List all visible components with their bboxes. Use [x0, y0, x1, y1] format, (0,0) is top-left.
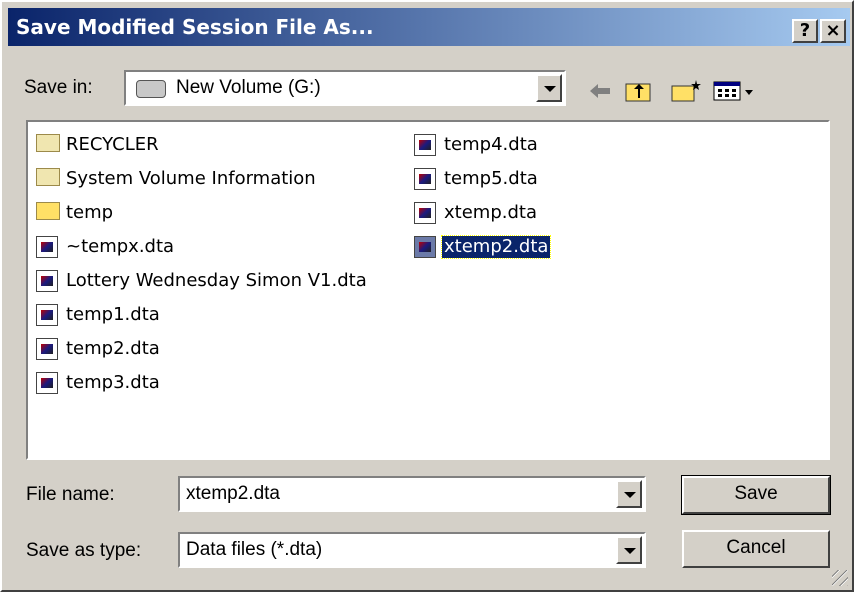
item-label: temp5.dta: [444, 168, 538, 189]
file-name-dropdown-button[interactable]: [616, 480, 642, 508]
file-list[interactable]: RECYCLER System Volume Information temp …: [26, 120, 830, 460]
data-file-icon: [36, 372, 58, 394]
save-type-dropdown-button[interactable]: [616, 536, 642, 564]
data-file-icon: [414, 236, 436, 258]
item-label: xtemp.dta: [444, 202, 537, 223]
folder-icon: [36, 202, 60, 220]
drive-icon: [136, 80, 166, 98]
save-dialog: Save Modified Session File As... ? × Sav…: [0, 0, 854, 592]
save-in-combo[interactable]: New Volume (G:): [124, 70, 566, 106]
save-in-value: New Volume (G:): [176, 77, 321, 98]
data-file-icon: [36, 270, 58, 292]
file-name-input[interactable]: xtemp2.dta: [178, 476, 646, 512]
save-button[interactable]: Save: [681, 475, 831, 515]
chevron-down-icon: [624, 548, 636, 554]
data-file-icon: [414, 202, 436, 224]
chevron-down-icon: [544, 86, 556, 92]
close-button[interactable]: ×: [820, 19, 846, 43]
item-label: temp4.dta: [444, 134, 538, 155]
help-button[interactable]: ?: [792, 19, 818, 43]
back-arrow-icon[interactable]: [586, 78, 614, 104]
folder-icon: [36, 134, 60, 152]
data-file-icon: [414, 134, 436, 156]
data-file-icon: [36, 304, 58, 326]
file-name-label: File name:: [26, 484, 115, 505]
dialog-title: Save Modified Session File As...: [16, 15, 374, 39]
view-menu-icon[interactable]: [712, 78, 756, 104]
item-label: temp1.dta: [66, 304, 160, 325]
data-file-icon: [36, 338, 58, 360]
title-bar[interactable]: Save Modified Session File As... ? ×: [8, 8, 850, 46]
new-folder-icon[interactable]: [670, 78, 702, 104]
data-file-icon: [36, 236, 58, 258]
cancel-button[interactable]: Cancel: [682, 530, 830, 568]
save-type-label: Save as type:: [26, 540, 142, 561]
item-label: ~tempx.dta: [66, 236, 175, 257]
item-label: temp2.dta: [66, 338, 160, 359]
up-folder-icon[interactable]: [624, 78, 654, 104]
save-in-dropdown-button[interactable]: [536, 74, 562, 102]
save-type-value: Data files (*.dta): [186, 539, 323, 560]
file-name-value[interactable]: xtemp2.dta: [186, 483, 280, 505]
save-in-label: Save in:: [24, 77, 93, 98]
data-file-icon: [414, 168, 436, 190]
item-label: temp3.dta: [66, 372, 160, 393]
save-type-select[interactable]: Data files (*.dta): [178, 532, 646, 568]
folder-icon: [36, 168, 60, 186]
resize-grip[interactable]: [832, 570, 848, 586]
item-label: xtemp2.dta: [440, 235, 552, 259]
item-label: temp: [66, 202, 114, 223]
chevron-down-icon: [624, 492, 636, 498]
item-label: RECYCLER: [66, 134, 159, 155]
item-label: System Volume Information: [66, 168, 316, 189]
item-label: Lottery Wednesday Simon V1.dta: [66, 270, 367, 291]
